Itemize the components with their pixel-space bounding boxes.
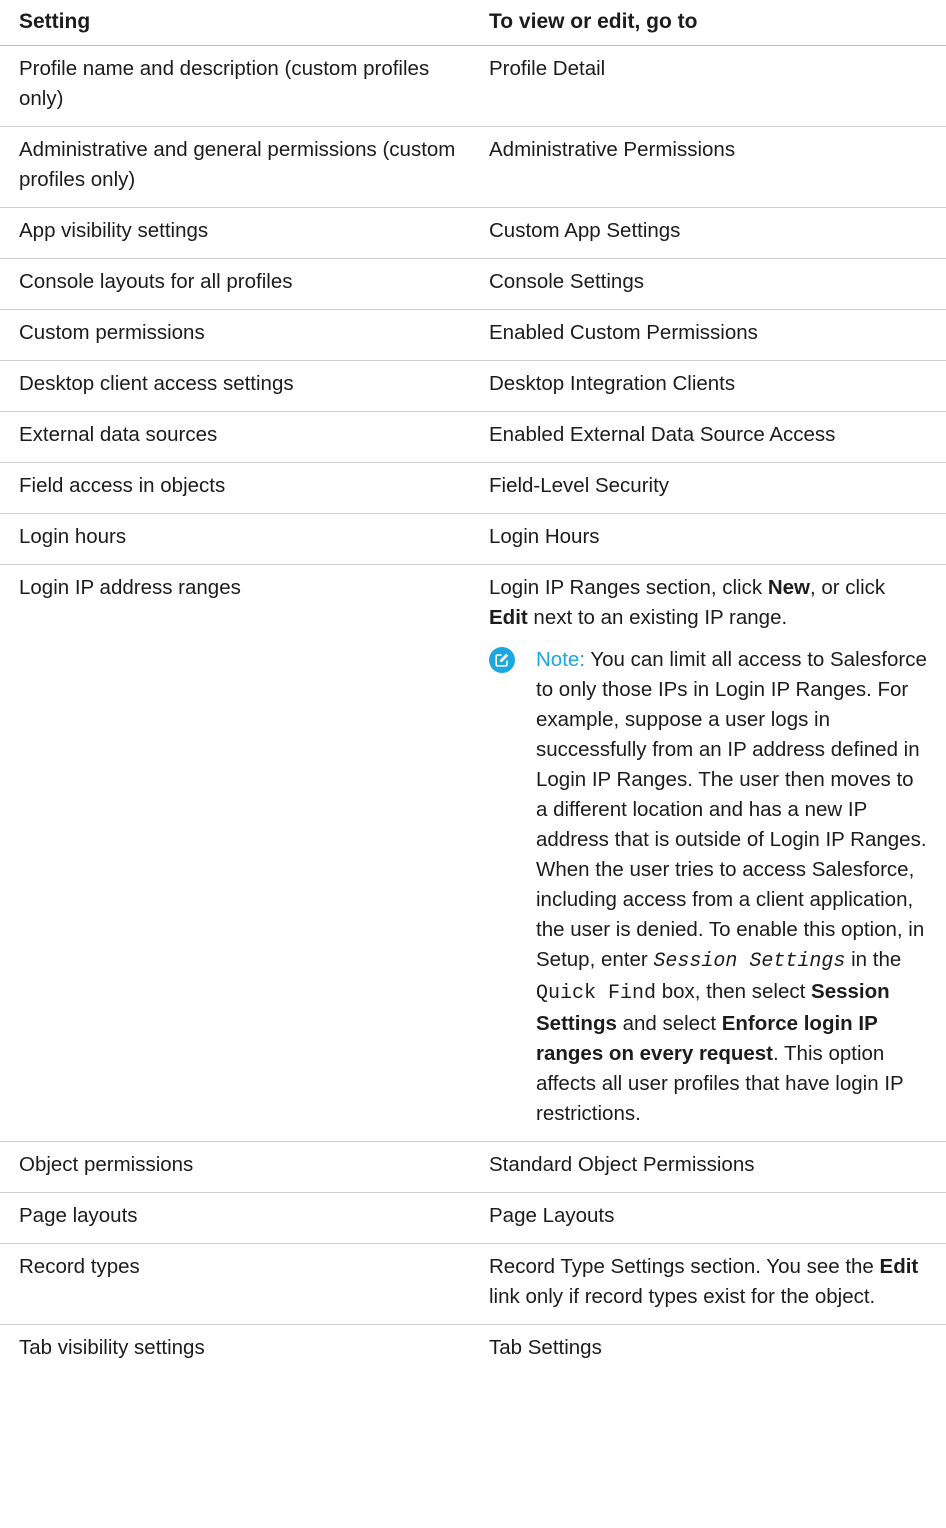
location-cell: Console Settings (489, 270, 644, 293)
note-callout: Note: You can limit all access to Salesf… (489, 645, 928, 1129)
setting-cell: Object permissions (19, 1153, 194, 1176)
setting-cell: Tab visibility settings (19, 1336, 205, 1359)
code-quick-find: Quick Find (536, 982, 657, 1005)
table-row: Login hours Login Hours (0, 514, 946, 565)
table-row: Administrative and general permissions (… (0, 127, 946, 208)
location-cell: Standard Object Permissions (489, 1153, 755, 1176)
setting-cell: Console layouts for all profiles (19, 270, 293, 293)
table-row-record-types: Record types Record Type Settings sectio… (0, 1244, 946, 1325)
table-row: Tab visibility settings Tab Settings (0, 1325, 946, 1375)
note-label: Note: (536, 648, 585, 671)
code-session-settings: Session Settings (653, 950, 846, 973)
table-row: Field access in objects Field-Level Secu… (0, 463, 946, 514)
location-cell: Login IP Ranges section, click New, or c… (470, 565, 946, 1141)
location-cell: Tab Settings (489, 1336, 602, 1359)
setting-cell: External data sources (19, 423, 218, 446)
location-cell: Record Type Settings section. You see th… (470, 1244, 946, 1324)
setting-cell: Record types (19, 1255, 140, 1278)
instruction-text: next to an existing IP range. (527, 606, 788, 629)
location-cell: Desktop Integration Clients (489, 372, 736, 395)
column-header-setting: Setting (19, 10, 91, 33)
note-body: Note: You can limit all access to Salesf… (536, 645, 928, 1129)
note-text: box, then select (656, 980, 812, 1003)
instruction-text: Record Type Settings section. You see th… (489, 1255, 880, 1278)
table-row: App visibility settings Custom App Setti… (0, 208, 946, 259)
table-row: Page layouts Page Layouts (0, 1193, 946, 1244)
setting-cell: Field access in objects (19, 474, 226, 497)
note-text: and select (616, 1012, 722, 1035)
table-row: Desktop client access settings Desktop I… (0, 361, 946, 412)
new-link-label: New (767, 576, 810, 599)
note-text: You can limit all access to Salesforce t… (536, 648, 927, 971)
setting-cell: Page layouts (19, 1204, 138, 1227)
instruction-text: Login IP Ranges section, click (489, 576, 768, 599)
location-cell: Field-Level Security (489, 474, 670, 497)
instruction-text: link only if record types exist for the … (489, 1285, 876, 1308)
location-cell: Login Hours (489, 525, 600, 548)
instruction-text: , or click (809, 576, 886, 599)
setting-cell: Login IP address ranges (19, 576, 241, 599)
column-header-location: To view or edit, go to (489, 10, 698, 33)
location-cell: Enabled External Data Source Access (489, 423, 836, 446)
location-cell: Administrative Permissions (489, 138, 736, 161)
table-row: Custom permissions Enabled Custom Permis… (0, 310, 946, 361)
setting-cell: Desktop client access settings (19, 372, 294, 395)
table-row-login-ip: Login IP address ranges Login IP Ranges … (0, 565, 946, 1142)
note-text: in the (845, 948, 902, 971)
location-cell: Enabled Custom Permissions (489, 321, 758, 344)
table-header: Setting To view or edit, go to (0, 0, 946, 46)
location-cell: Profile Detail (489, 57, 606, 80)
setting-cell: Custom permissions (19, 321, 205, 344)
edit-link-label: Edit (489, 606, 528, 629)
login-ip-instructions: Login IP Ranges section, click New, or c… (489, 573, 928, 633)
table-row: External data sources Enabled External D… (0, 412, 946, 463)
settings-table: Setting To view or edit, go to Profile n… (0, 0, 946, 1375)
table-row: Profile name and description (custom pro… (0, 46, 946, 127)
setting-cell: Profile name and description (custom pro… (19, 57, 430, 110)
location-cell: Custom App Settings (489, 219, 681, 242)
edit-note-icon (489, 647, 515, 673)
edit-link-label: Edit (879, 1255, 919, 1278)
table-row: Console layouts for all profiles Console… (0, 259, 946, 310)
location-cell: Page Layouts (489, 1204, 615, 1227)
table-row: Object permissions Standard Object Permi… (0, 1142, 946, 1193)
setting-cell: App visibility settings (19, 219, 209, 242)
setting-cell: Login hours (19, 525, 127, 548)
setting-cell: Administrative and general permissions (… (19, 138, 456, 191)
